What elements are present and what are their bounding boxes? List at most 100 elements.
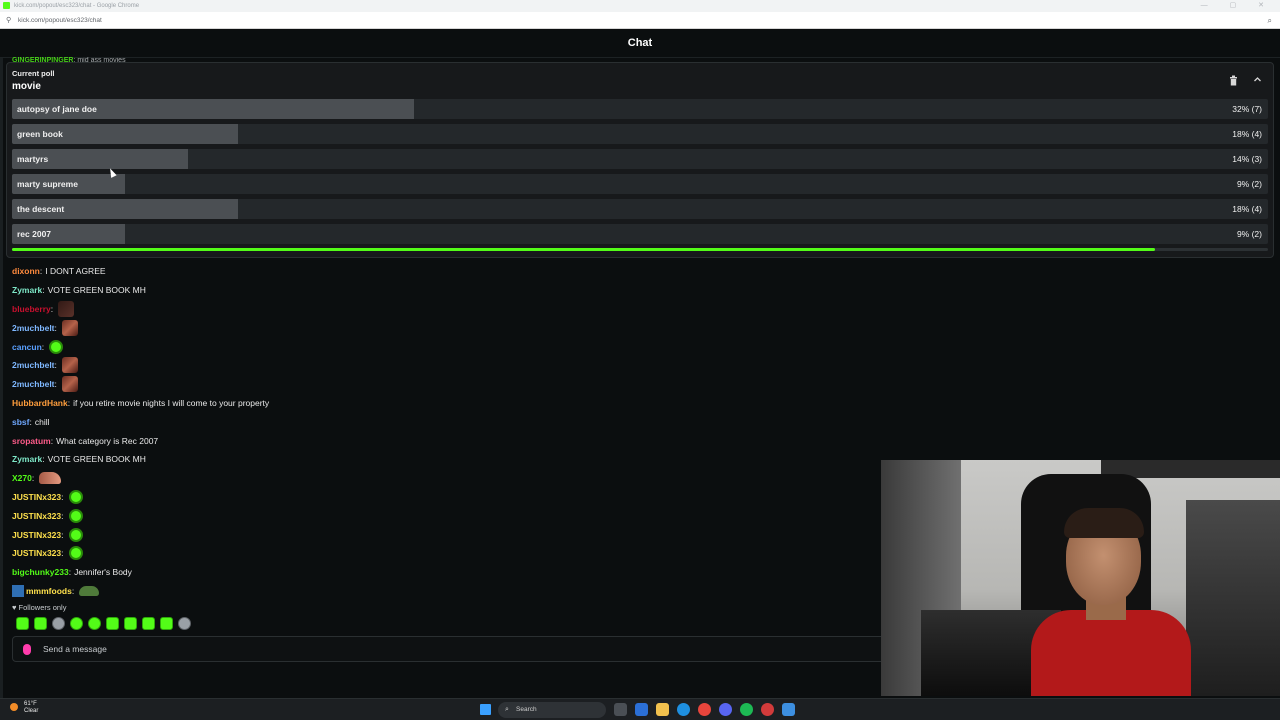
message-separator: : [31,473,35,484]
address-bar[interactable]: ⚲ kick.com/popout/esc323/chat ⌕ [0,12,1280,29]
poll-option-result: 14% (3) [1232,154,1262,164]
copilot-icon[interactable] [635,703,648,716]
message-text: chill [34,416,50,427]
message-username[interactable]: 2muchbelt [12,322,55,334]
emote-button[interactable] [178,617,191,630]
weather-widget[interactable]: 61°F Clear [10,701,38,715]
poll-timer-progress [12,248,1155,251]
message-username[interactable]: dixonn [12,265,40,277]
chat-message: JUSTINx323: [12,525,872,544]
message-username[interactable]: 2muchbelt [12,378,55,390]
emote-button[interactable] [106,617,119,630]
user-badge-icon [12,584,24,597]
poll-option-label: rec 2007 [17,229,52,239]
send-message-box [12,636,892,662]
emote-button[interactable] [52,617,65,630]
edge-browser-icon[interactable] [677,703,690,716]
emote-button[interactable] [70,617,83,630]
screen: kick.com/popout/esc323/chat - Google Chr… [0,0,1280,720]
emote-button[interactable] [160,617,173,630]
emote-kick-icon [68,527,83,542]
message-separator: : [61,529,64,540]
message-separator: : [42,285,45,296]
chat-message: HubbardHank: if you retire movie nights I… [12,394,872,413]
poll-option[interactable]: rec 2007 9% (2) [12,224,1268,244]
message-separator: : [50,303,54,314]
message-username[interactable]: 2muchbelt [12,359,55,371]
poll-option-label: autopsy of jane doe [17,104,97,114]
microphone-icon[interactable] [23,644,31,655]
poll-option[interactable]: marty supreme 9% (2) [12,174,1268,194]
message-username[interactable]: Zymark [12,453,42,465]
search-icon: ⌕ [505,706,509,713]
chat-title: Chat [627,37,653,49]
poll-option[interactable]: green book 18% (4) [12,124,1268,144]
emote-face-icon [61,319,78,336]
chat-message: sbsf: chill [12,412,872,431]
collapse-chevron-up-icon[interactable] [1253,75,1263,87]
message-separator: : [54,360,57,371]
message-username[interactable]: HubbardHank [12,397,68,409]
emote-button[interactable] [16,617,29,630]
message-username[interactable]: X270 [12,472,32,484]
taskbar-apps [614,703,795,716]
emote-hand-icon [39,472,62,485]
webcam-shelf [1186,500,1280,696]
left-scroll-strip [0,58,3,698]
discord-icon[interactable] [719,703,732,716]
message-username[interactable]: JUSTINx323 [12,491,61,503]
obs-icon[interactable] [761,703,774,716]
message-username[interactable]: cancun [12,341,42,353]
poll-option-label: the descent [17,204,65,214]
emote-button[interactable] [34,617,47,630]
webcam-person-shirt [1031,610,1191,696]
message-separator: : [50,435,54,446]
poll-timer-track [12,248,1268,251]
poll-option[interactable]: the descent 18% (4) [12,199,1268,219]
poll-option[interactable]: martyrs 14% (3) [12,149,1268,169]
poll-option-result: 18% (4) [1232,204,1262,214]
emote-button[interactable] [124,617,137,630]
chat-message: sropatum: What category is Rec 2007 [12,431,872,450]
poll-title: movie [12,81,41,92]
notepad-icon[interactable] [782,703,795,716]
emote-kick-icon [49,339,64,354]
message-username[interactable]: Zymark [12,284,42,296]
windows-taskbar: 61°F Clear ⌕ Search [0,698,1280,720]
emote-button[interactable] [142,617,155,630]
emote-button[interactable] [88,617,101,630]
delete-poll-trash-icon[interactable] [1229,75,1239,87]
emote-kick-icon [68,546,83,561]
message-username[interactable]: sbsf [12,416,29,428]
chat-message: JUSTINx323: [12,544,872,563]
chat-message: 2muchbelt: [12,356,872,375]
message-username[interactable]: JUSTINx323 [12,529,61,541]
message-separator: : [54,379,57,390]
chat-message: blueberry: [12,300,872,319]
webcam-person-hair [1064,508,1144,538]
zoom-icon[interactable]: ⌕ [1268,12,1272,29]
task-view-icon[interactable] [614,703,627,716]
message-username[interactable]: blueberry [12,303,51,315]
message-username[interactable]: JUSTINx323 [12,547,61,559]
webcam-overlay [881,460,1280,696]
taskbar-search[interactable]: ⌕ Search [498,702,606,718]
chat-message: 2muchbelt: [12,318,872,337]
spotify-icon[interactable] [740,703,753,716]
message-username[interactable]: sropatum [12,435,51,447]
chat-message: JUSTINx323: [12,488,872,507]
site-info-icon[interactable]: ⚲ [6,17,11,24]
send-message-input[interactable] [43,640,863,658]
file-explorer-icon[interactable] [656,703,669,716]
message-username[interactable]: bigchunky233 [12,566,69,578]
chat-message: Zymark: VOTE GREEN BOOK MH [12,450,872,469]
poll-option[interactable]: autopsy of jane doe 32% (7) [12,99,1268,119]
kick-favicon-icon [3,2,10,9]
message-username[interactable]: JUSTINx323 [12,510,61,522]
chrome-browser-icon[interactable] [698,703,711,716]
windows-start-icon[interactable] [480,704,491,715]
window-controls[interactable]: — ▢ ✕ [1201,0,1274,12]
message-username[interactable]: mmmfoods [26,585,72,597]
emote-pepe-icon [79,585,100,596]
poll-option-label: green book [17,129,63,139]
